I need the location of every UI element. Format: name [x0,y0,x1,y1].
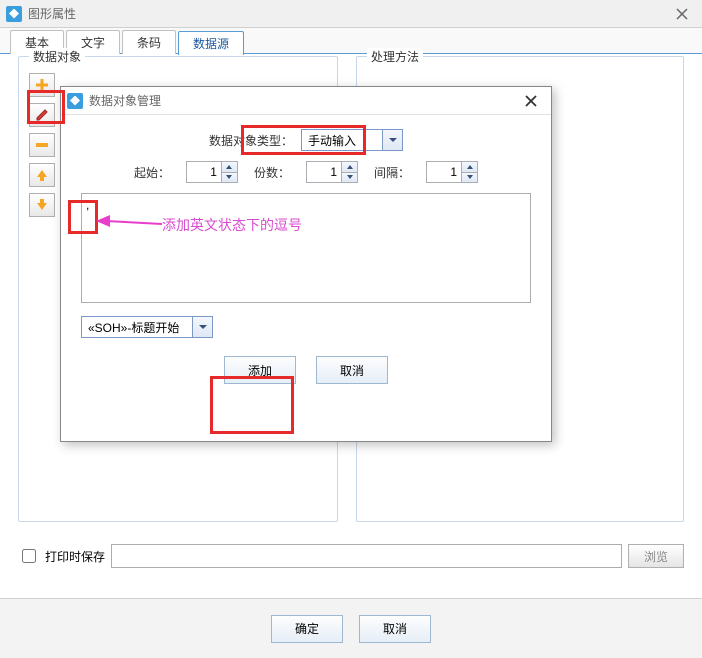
chevron-down-icon[interactable] [382,130,402,150]
start-label: 起始： [134,164,170,181]
tab-barcode[interactable]: 条码 [122,30,176,54]
chevron-down-icon[interactable] [192,317,212,337]
close-icon[interactable] [511,87,551,115]
main-title: 图形属性 [28,5,662,22]
spin-down-icon[interactable] [222,172,237,183]
dialog-footer: 添加 取消 [81,356,531,384]
dialog-titlebar: 数据对象管理 [61,87,551,115]
edit-icon[interactable] [29,103,55,127]
annotation-text: 添加英文状态下的逗号 [162,215,302,235]
copies-spin[interactable] [306,161,358,183]
app-icon [67,93,83,109]
bottom-bar: 确定 取消 [0,598,702,658]
dialog-title: 数据对象管理 [89,92,511,109]
group-title: 数据对象 [29,48,85,65]
copies-label: 份数： [254,164,290,181]
ok-button[interactable]: 确定 [271,615,343,643]
interval-label: 间隔： [374,164,410,181]
tab-datasource[interactable]: 数据源 [178,31,244,55]
spin-down-icon[interactable] [462,172,477,183]
print-save-checkbox[interactable] [22,549,36,563]
group-title: 处理方法 [367,48,423,65]
start-input[interactable] [187,162,221,182]
start-spin[interactable] [186,161,238,183]
cancel-button[interactable]: 取消 [359,615,431,643]
move-up-icon[interactable] [29,163,55,187]
add-button[interactable]: 添加 [224,356,296,384]
main-titlebar: 图形属性 [0,0,702,28]
spin-down-icon[interactable] [342,172,357,183]
control-value[interactable] [82,317,192,337]
app-icon [6,6,22,22]
move-down-icon[interactable] [29,193,55,217]
content-textarea[interactable] [81,193,531,303]
type-label: 数据对象类型： [209,132,293,149]
tab-bar: 基本 文字 条码 数据源 [0,28,702,54]
remove-icon[interactable] [29,133,55,157]
spin-up-icon[interactable] [222,162,237,172]
type-combo[interactable] [301,129,403,151]
spin-up-icon[interactable] [462,162,477,172]
print-save-label: 打印时保存 [45,548,105,565]
data-object-dialog: 数据对象管理 数据对象类型： 起始： 份数： [60,86,552,442]
spin-up-icon[interactable] [342,162,357,172]
control-combo[interactable] [81,316,213,338]
interval-input[interactable] [427,162,461,182]
toolbar [29,73,55,217]
interval-spin[interactable] [426,161,478,183]
copies-input[interactable] [307,162,341,182]
print-save-row: 打印时保存 浏览 [18,544,684,568]
dialog-body: 数据对象类型： 起始： 份数： 间隔： [61,115,551,394]
save-path-input[interactable] [111,544,622,568]
close-icon[interactable] [662,0,702,28]
dialog-cancel-button[interactable]: 取消 [316,356,388,384]
type-value[interactable] [302,130,382,150]
add-icon[interactable] [29,73,55,97]
browse-button[interactable]: 浏览 [628,544,684,568]
